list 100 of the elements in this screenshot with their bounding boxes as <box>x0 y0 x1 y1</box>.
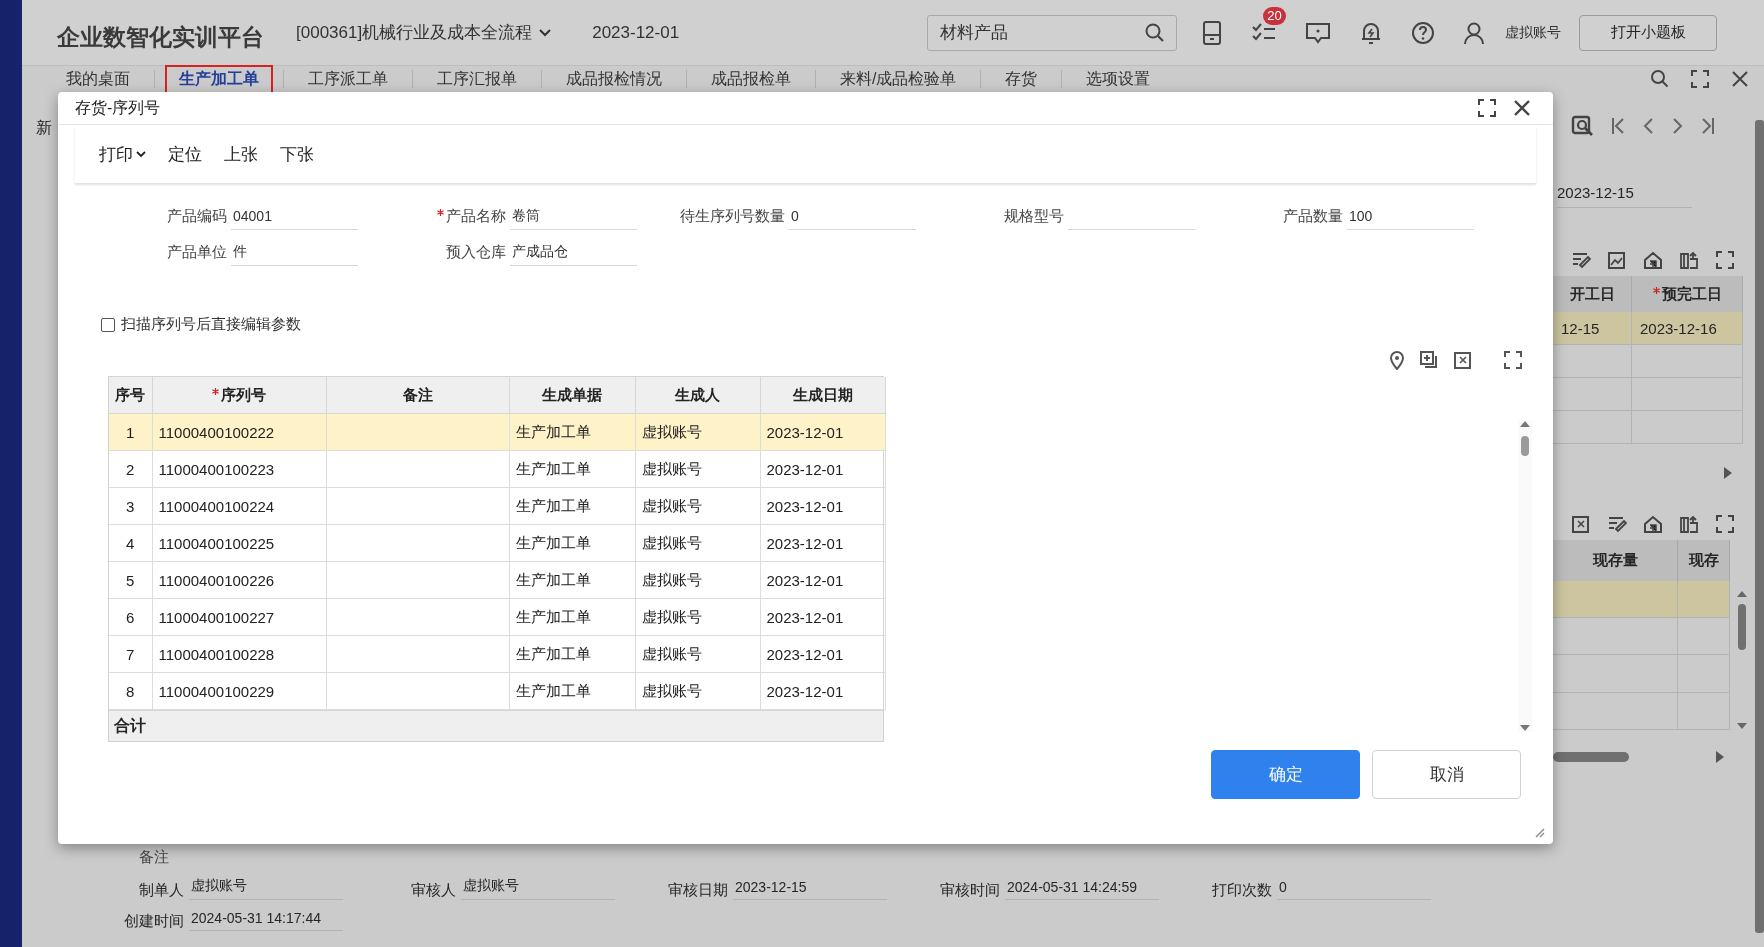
cancel-button[interactable]: 取消 <box>1372 750 1521 799</box>
company-selector[interactable]: [000361]机械行业及成本全流程 <box>296 21 553 44</box>
user-icon[interactable] <box>1463 20 1486 45</box>
table-row[interactable]: 12-15 2023-12-16 <box>1553 312 1743 345</box>
checkbox-label[interactable]: 扫描序列号后直接编辑参数 <box>121 315 301 334</box>
close-icon[interactable] <box>1730 69 1750 89</box>
fullscreen-icon[interactable] <box>1690 69 1710 89</box>
location-pin-icon[interactable] <box>1389 350 1405 370</box>
scrollbar-thumb[interactable] <box>1553 752 1629 762</box>
scrollbar-thumb[interactable] <box>1738 604 1746 650</box>
tab[interactable]: 成品报检情况 <box>552 64 676 94</box>
maximize-icon[interactable] <box>1477 98 1497 118</box>
table-cell: 11000400100225 <box>152 524 326 562</box>
fullscreen-icon[interactable] <box>1715 514 1735 534</box>
toolbar-button[interactable]: 下张 <box>272 138 322 170</box>
edit-lines-icon[interactable] <box>1571 250 1591 268</box>
table-cell: 4 <box>109 524 152 562</box>
toolbar-button[interactable]: 上张 <box>216 138 266 170</box>
message-screen-icon[interactable] <box>1305 20 1332 45</box>
scroll-right-icon[interactable] <box>1715 750 1725 764</box>
tab[interactable]: 选项设置 <box>1072 64 1165 94</box>
confirm-button[interactable]: 确定 <box>1211 750 1360 799</box>
add-row-icon[interactable] <box>1419 350 1439 370</box>
column-header: 开工日 <box>1553 276 1632 312</box>
close-icon[interactable] <box>1513 99 1531 117</box>
required-icon <box>437 208 444 216</box>
table-delete-icon[interactable] <box>1571 514 1591 534</box>
tab[interactable]: 成品报检单 <box>697 64 805 94</box>
toolbar-button[interactable]: 打印 <box>91 138 154 170</box>
field-label: 审核日期 <box>667 881 729 900</box>
house-icon[interactable] <box>1643 250 1663 270</box>
field-value: 2024-05-31 14:17:44 <box>189 910 343 931</box>
table-row[interactable]: 1 11000400100222 生产加工单 虚拟账号 2023-12-01 <box>109 413 885 451</box>
tab[interactable]: 来料/成品检验单 <box>826 64 971 94</box>
input-field[interactable]: 件 <box>231 238 358 266</box>
table-cell: 2023-12-01 <box>760 598 885 636</box>
scrollbar[interactable] <box>1518 420 1532 732</box>
previous-icon[interactable] <box>1641 116 1655 136</box>
table-cell: 生产加工单 <box>509 635 635 673</box>
tab[interactable]: 存货 <box>991 64 1052 94</box>
house-icon[interactable] <box>1643 514 1663 534</box>
toolbar-button[interactable]: 定位 <box>160 138 210 170</box>
fullscreen-icon[interactable] <box>1715 250 1735 270</box>
field-value: 虚拟账号 <box>189 877 343 900</box>
table-row[interactable]: 4 11000400100225 生产加工单 虚拟账号 2023-12-01 <box>109 524 885 562</box>
open-board-button[interactable]: 打开小题板 <box>1579 14 1718 51</box>
table-cell: 生产加工单 <box>509 487 635 525</box>
search-field[interactable]: 材料产品 <box>927 14 1178 51</box>
table-row[interactable]: 7 11000400100228 生产加工单 虚拟账号 2023-12-01 <box>109 635 885 673</box>
input-field[interactable]: 0 <box>789 202 916 230</box>
field-label: 产品数量 <box>1282 206 1344 226</box>
scrollbar[interactable] <box>1755 120 1764 933</box>
table-row[interactable]: 6 11000400100227 生产加工单 虚拟账号 2023-12-01 <box>109 598 885 636</box>
field-value: 2023-12-15 <box>1557 184 1692 208</box>
table-row[interactable]: 5 11000400100226 生产加工单 虚拟账号 2023-12-01 <box>109 561 885 599</box>
edit-lines-icon[interactable] <box>1607 514 1627 532</box>
table-cell: 2023-12-01 <box>760 561 885 599</box>
table-cell: 11000400100222 <box>152 413 326 451</box>
table-cell: 11000400100226 <box>152 561 326 599</box>
device-icon[interactable] <box>1201 19 1224 46</box>
table-row[interactable]: 2 11000400100223 生产加工单 虚拟账号 2023-12-01 <box>109 450 885 488</box>
tab[interactable]: 我的桌面 <box>52 64 144 94</box>
table-row[interactable]: 8 11000400100229 生产加工单 虚拟账号 2023-12-01 <box>109 672 885 710</box>
scroll-right-icon[interactable] <box>1723 466 1733 480</box>
fullscreen-icon[interactable] <box>1503 350 1523 370</box>
scrollbar[interactable] <box>1736 590 1748 730</box>
tab[interactable]: 工序汇报单 <box>423 64 531 94</box>
split-columns-icon[interactable] <box>1679 250 1699 270</box>
table-cell: 5 <box>109 561 152 599</box>
tab[interactable]: 工序派工单 <box>294 64 402 94</box>
scrollbar-thumb[interactable] <box>1521 436 1529 456</box>
column-header: 生成日期 <box>760 377 885 414</box>
input-field[interactable]: 04001 <box>231 202 358 230</box>
table-cell: 虚拟账号 <box>635 672 760 710</box>
input-field[interactable]: 100 <box>1347 202 1474 230</box>
last-page-icon[interactable] <box>1701 116 1715 136</box>
search-icon[interactable] <box>1650 69 1670 89</box>
next-icon[interactable] <box>1671 116 1685 136</box>
preview-icon[interactable] <box>1571 114 1595 138</box>
scroll-up-icon[interactable] <box>1736 590 1748 598</box>
scroll-up-icon[interactable] <box>1519 420 1531 428</box>
first-page-icon[interactable] <box>1611 116 1625 136</box>
user-name[interactable]: 虚拟账号 <box>1505 23 1562 42</box>
table-cell: 6 <box>109 598 152 636</box>
table-cell: 生产加工单 <box>509 598 635 636</box>
split-columns-icon[interactable] <box>1679 514 1699 534</box>
table-cell: 2023-12-01 <box>760 450 885 488</box>
scroll-down-icon[interactable] <box>1519 724 1531 732</box>
image-icon[interactable] <box>1607 250 1627 270</box>
input-field[interactable]: 产成品仓 <box>510 238 637 266</box>
resize-grip-icon[interactable] <box>1533 826 1545 838</box>
table-cell: 11000400100227 <box>152 598 326 636</box>
field-label: 产品名称 <box>401 206 510 226</box>
help-icon[interactable] <box>1411 20 1436 45</box>
input-field[interactable]: 卷筒 <box>510 202 637 230</box>
scroll-down-icon[interactable] <box>1736 722 1748 730</box>
table-row[interactable]: 3 11000400100224 生产加工单 虚拟账号 2023-12-01 <box>109 487 885 525</box>
delete-row-icon[interactable] <box>1453 350 1473 370</box>
checkbox[interactable] <box>101 317 115 332</box>
table-cell: 生产加工单 <box>509 561 635 599</box>
